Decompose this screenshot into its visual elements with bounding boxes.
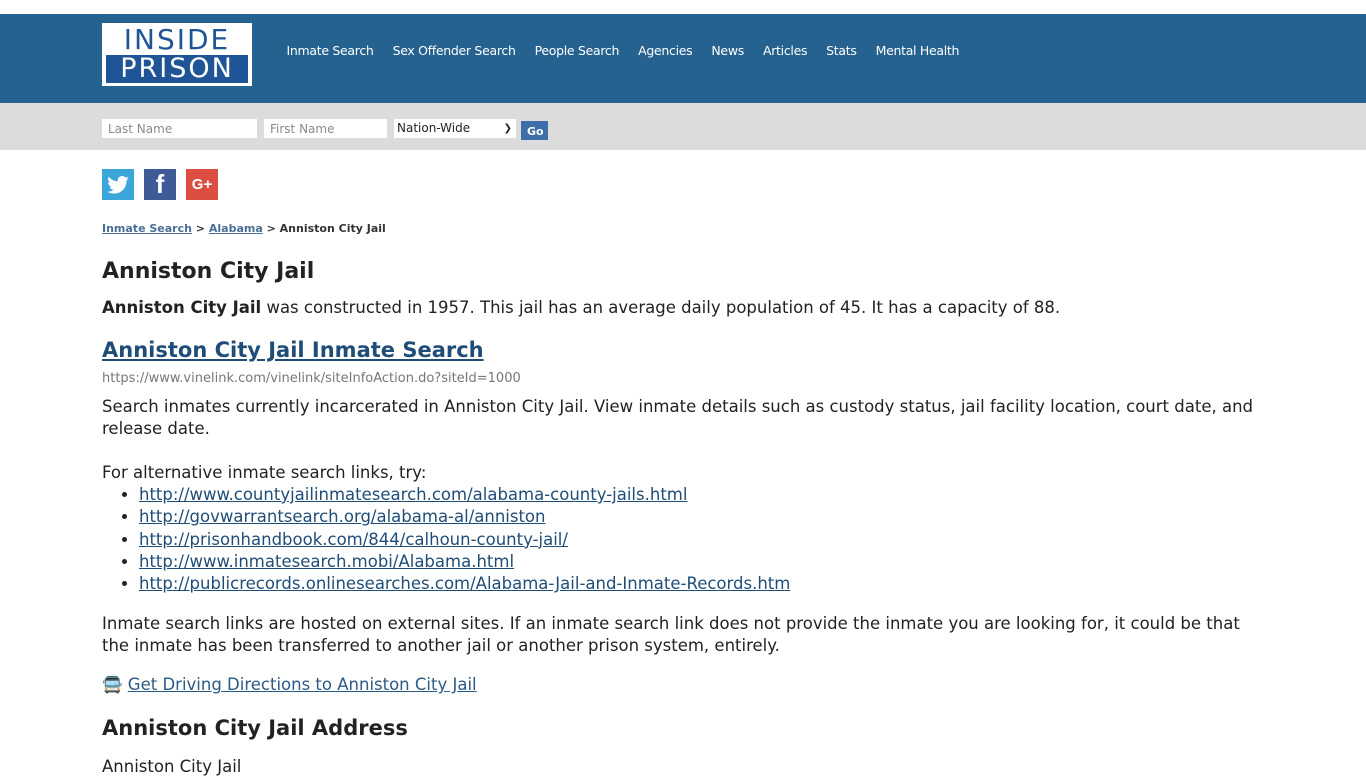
address-heading: Anniston City Jail Address — [102, 716, 408, 741]
google-plus-icon[interactable]: G+ — [186, 169, 218, 200]
facility-intro: Anniston City Jail was constructed in 19… — [102, 297, 1262, 319]
nav-news[interactable]: News — [702, 37, 754, 65]
driving-directions-link[interactable]: Get Driving Directions to Anniston City … — [128, 675, 477, 694]
nav-inmate-search[interactable]: Inmate Search — [277, 37, 383, 65]
nav-stats[interactable]: Stats — [817, 37, 866, 65]
facility-summary: was constructed in 1957. This jail has a… — [261, 298, 1061, 317]
alt-link[interactable]: http://www.countyjailinmatesearch.com/al… — [139, 485, 687, 504]
alt-link[interactable]: http://govwarrantsearch.org/alabama-al/a… — [139, 507, 546, 526]
nav-people-search[interactable]: People Search — [525, 37, 629, 65]
nav-sex-offender-search[interactable]: Sex Offender Search — [383, 37, 525, 65]
first-name-input[interactable] — [264, 119, 387, 138]
breadcrumb-alabama[interactable]: Alabama — [209, 222, 263, 235]
region-select-value: Nation-Wide — [397, 121, 471, 135]
logo-line-1: INSIDE — [103, 24, 251, 55]
list-item: http://prisonhandbook.com/844/calhoun-co… — [139, 529, 1262, 551]
twitter-icon[interactable] — [102, 169, 134, 200]
inmate-search-link[interactable]: Anniston City Jail Inmate Search — [102, 338, 484, 362]
region-select[interactable]: Nation-Wide ❯ — [394, 119, 516, 138]
page-title: Anniston City Jail — [102, 259, 315, 284]
main-content: Inmate Search > Alabama > Anniston City … — [102, 222, 1262, 776]
inmate-search-url: https://www.vinelink.com/vinelink/siteIn… — [102, 371, 521, 386]
facebook-icon[interactable]: f — [144, 169, 176, 200]
alt-link[interactable]: http://publicrecords.onlinesearches.com/… — [139, 574, 790, 593]
logo-line-2: PRISON — [106, 55, 248, 83]
address-line: Anniston City Jail — [102, 757, 242, 776]
breadcrumb-current: Anniston City Jail — [279, 222, 386, 235]
directions: 🚍 Get Driving Directions to Anniston Cit… — [102, 675, 1262, 695]
search-bar: Nation-Wide ❯ Go — [0, 103, 1366, 150]
alt-links-list: http://www.countyjailinmatesearch.com/al… — [102, 484, 1262, 595]
last-name-input[interactable] — [102, 119, 257, 138]
breadcrumb-separator: > — [266, 222, 276, 235]
inmate-search-heading: Anniston City Jail Inmate Search — [102, 335, 1262, 365]
facility-name: Anniston City Jail — [102, 298, 262, 317]
list-item: http://govwarrantsearch.org/alabama-al/a… — [139, 506, 1262, 528]
alt-link[interactable]: http://www.inmatesearch.mobi/Alabama.htm… — [139, 552, 514, 571]
list-item: http://publicrecords.onlinesearches.com/… — [139, 573, 1262, 595]
nav-articles[interactable]: Articles — [753, 37, 816, 65]
site-header: INSIDE PRISON Inmate Search Sex Offender… — [0, 14, 1366, 103]
site-logo[interactable]: INSIDE PRISON — [102, 23, 252, 86]
bus-icon: 🚍 — [102, 675, 123, 695]
list-item: http://www.inmatesearch.mobi/Alabama.htm… — [139, 551, 1262, 573]
go-button[interactable]: Go — [521, 121, 548, 140]
breadcrumb-inmate-search[interactable]: Inmate Search — [102, 222, 192, 235]
breadcrumb: Inmate Search > Alabama > Anniston City … — [102, 222, 1262, 235]
inmate-search-description: Search inmates currently incarcerated in… — [102, 397, 1253, 438]
breadcrumb-separator: > — [195, 222, 206, 235]
list-item: http://www.countyjailinmatesearch.com/al… — [139, 484, 1262, 506]
alt-links-intro: For alternative inmate search links, try… — [102, 463, 427, 482]
top-strip — [0, 0, 1366, 14]
main-nav: Inmate Search Sex Offender Search People… — [277, 37, 969, 65]
chevron-down-icon: ❯ — [503, 123, 512, 134]
nav-mental-health[interactable]: Mental Health — [866, 37, 969, 65]
disclaimer: Inmate search links are hosted on extern… — [102, 614, 1240, 656]
nav-agencies[interactable]: Agencies — [629, 37, 702, 65]
alt-link[interactable]: http://prisonhandbook.com/844/calhoun-co… — [139, 530, 568, 549]
social-share: f G+ — [102, 169, 218, 200]
